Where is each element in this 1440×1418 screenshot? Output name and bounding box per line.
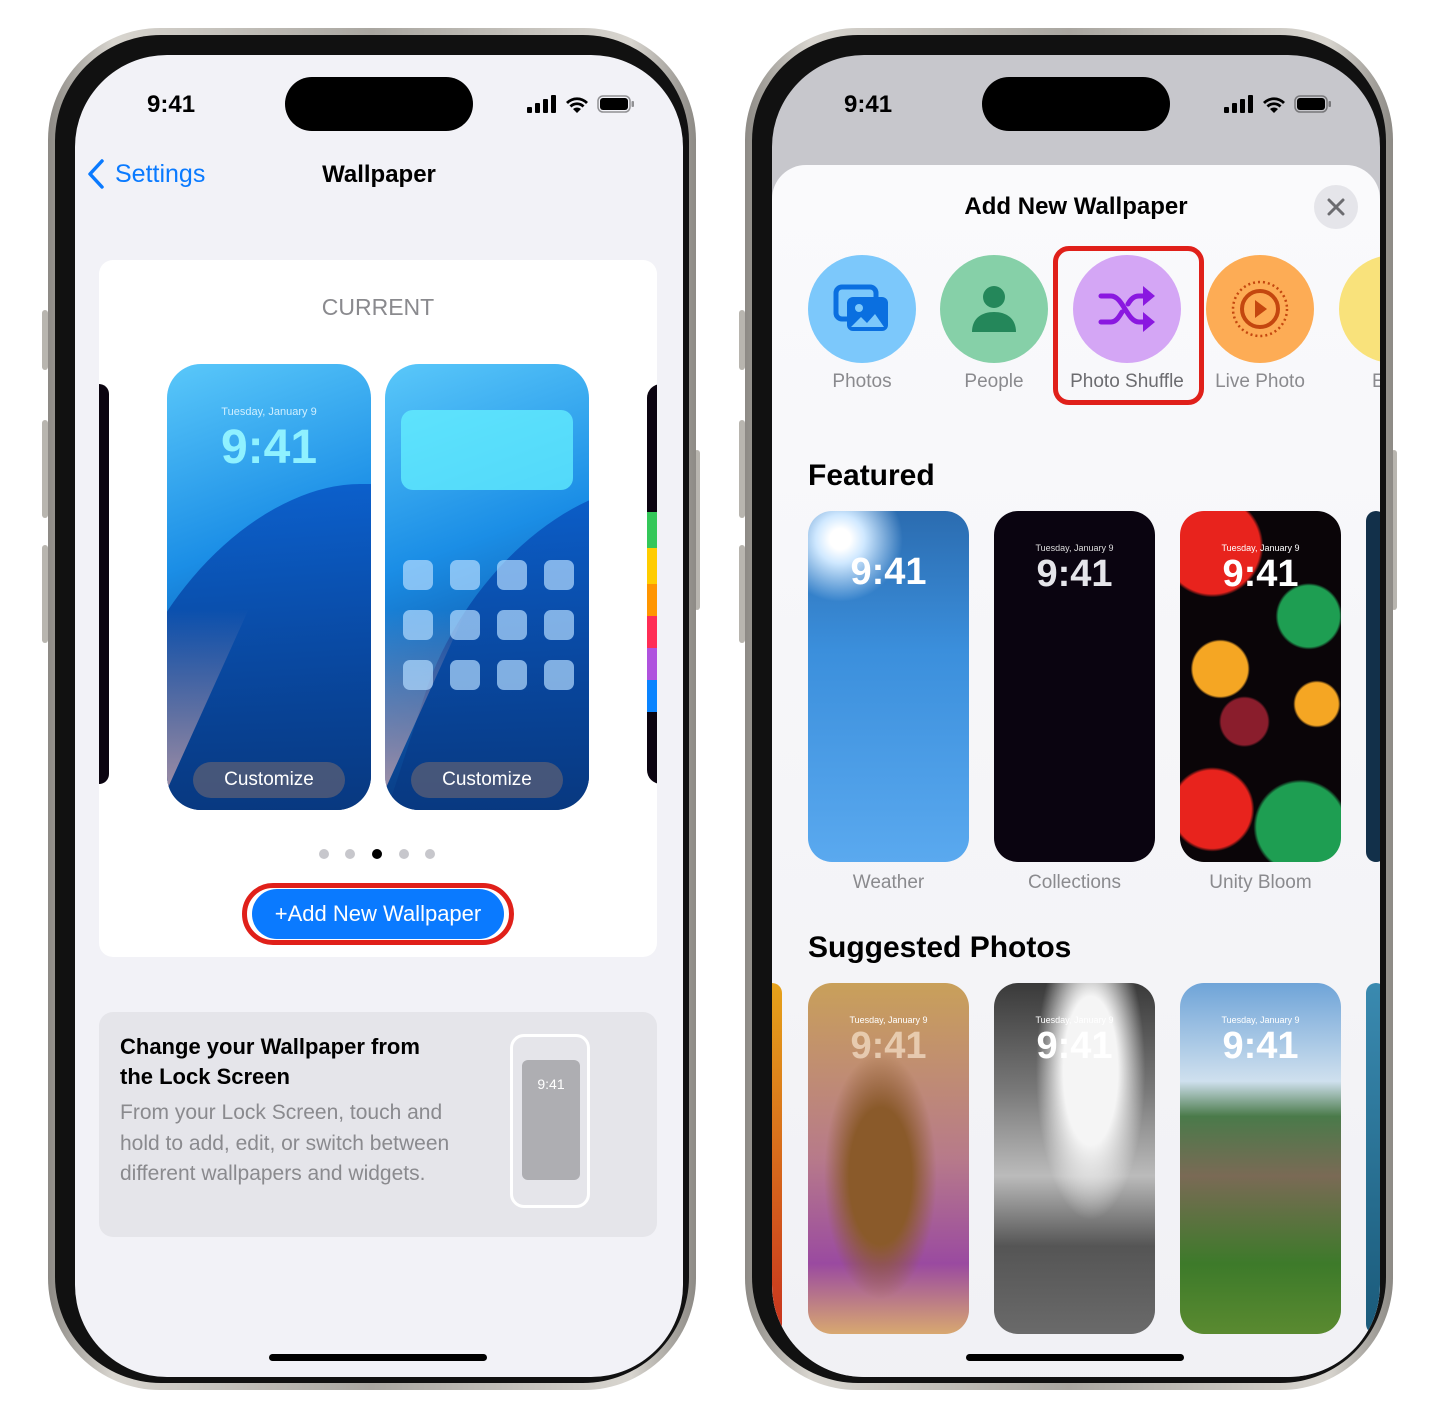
tip-body: From your Lock Screen, touch and hold to…: [120, 1101, 450, 1185]
card-time: 9:41: [850, 551, 927, 593]
sheet-title: Add New Wallpaper: [964, 193, 1188, 220]
add-wallpaper-sheet: Add New Wallpaper Photos People Photo Sh…: [772, 165, 1380, 1377]
preview-date: Tuesday, January 9: [221, 406, 317, 418]
suggested-photo-dog[interactable]: Tuesday, January 9 9:41: [808, 983, 969, 1334]
add-new-wallpaper-button[interactable]: +Add New Wallpaper: [252, 889, 504, 939]
battery-icon: [597, 95, 634, 113]
next-wallpaper-peek[interactable]: [647, 384, 657, 784]
card-date: Tuesday, January 9: [1035, 1015, 1114, 1025]
status-time: 9:41: [844, 91, 893, 118]
card-date: Tuesday, January 9: [849, 1015, 928, 1025]
page-dot[interactable]: [425, 849, 435, 859]
card-time: 9:41: [850, 1025, 927, 1067]
home-indicator: [269, 1354, 487, 1361]
suggested-heading: Suggested Photos: [808, 931, 1072, 964]
featured-heading: Featured: [808, 459, 935, 492]
featured-weather[interactable]: 9:41: [808, 511, 969, 862]
card-date: Tuesday, January 9: [1035, 543, 1114, 553]
featured-collections[interactable]: Tuesday, January 9 9:41: [994, 511, 1155, 862]
card-time: 9:41: [1036, 553, 1113, 595]
card-time: 9:41: [1222, 553, 1299, 595]
category-live-photo[interactable]: [1206, 255, 1314, 363]
category-people[interactable]: [940, 255, 1048, 363]
preview-time: 9:41: [220, 421, 318, 474]
page-title: Wallpaper: [322, 161, 436, 188]
page-dot[interactable]: [345, 849, 355, 859]
status-icons: [1224, 95, 1332, 113]
close-button[interactable]: [1314, 185, 1358, 229]
page-dot[interactable]: [399, 849, 409, 859]
widget-placeholder: [401, 410, 573, 490]
status-icons: [527, 95, 635, 113]
card-label: Collections: [1028, 872, 1121, 893]
featured-unity-bloom[interactable]: Tuesday, January 9 9:41: [1180, 511, 1341, 862]
tip-title: Change your Wallpaper from the Lock Scre…: [120, 1034, 420, 1089]
emoji-icon: [1373, 279, 1380, 339]
page-dot-active[interactable]: [372, 849, 382, 859]
app-icon-grid: [403, 560, 574, 690]
card-label: Weather: [852, 872, 925, 893]
suggested-photo-cliff[interactable]: Tuesday, January 9 9:41: [1180, 983, 1341, 1334]
battery-icon: [1294, 95, 1331, 113]
customize-lock-button[interactable]: Customize: [193, 762, 345, 798]
category-label: Photos: [832, 371, 892, 392]
home-screen-preview[interactable]: Customize: [385, 364, 589, 810]
photos-icon: [833, 284, 888, 331]
person-icon: [972, 286, 1016, 332]
phone-illustration: 9:41: [510, 1034, 590, 1208]
category-photos[interactable]: [808, 255, 916, 363]
dynamic-island: [285, 77, 473, 131]
dynamic-island: [982, 77, 1170, 131]
card-date: Tuesday, January 9: [1221, 543, 1300, 553]
category-emoji[interactable]: [1339, 255, 1380, 363]
wifi-icon: [566, 97, 588, 113]
suggested-prev-peek[interactable]: [772, 983, 782, 1334]
page-dot[interactable]: [319, 849, 329, 859]
card-time: 9:41: [1222, 1025, 1299, 1067]
wifi-icon: [1263, 97, 1285, 113]
card-date: Tuesday, January 9: [1221, 1015, 1300, 1025]
suggested-next-peek[interactable]: [1366, 983, 1380, 1334]
right-phone: 9:41 Add New Wallpaper Photos People Pho…: [745, 28, 1393, 1390]
category-label: E: [1372, 371, 1380, 392]
prev-wallpaper-peek[interactable]: [99, 384, 109, 784]
suggested-photo-clouds[interactable]: Tuesday, January 9 9:41: [994, 983, 1155, 1334]
featured-next-peek[interactable]: [1366, 511, 1380, 862]
home-indicator: [966, 1354, 1184, 1361]
category-label: People: [964, 371, 1024, 392]
customize-home-button[interactable]: Customize: [411, 762, 563, 798]
lock-screen-preview[interactable]: Tuesday, January 9 9:41 Customize: [167, 364, 371, 810]
left-phone: 9:41 Settings Wallpaper CURRENT Tuesday,…: [48, 28, 696, 1390]
lock-screen-tip-card: Change your Wallpaper from the Lock Scre…: [99, 1012, 657, 1237]
card-label: Unity Bloom: [1209, 872, 1312, 893]
current-heading: CURRENT: [321, 294, 435, 320]
live-photo-icon: [1231, 280, 1289, 338]
signal-icon: [1224, 95, 1253, 113]
category-label: Live Photo: [1215, 371, 1305, 392]
highlight-outline: [1053, 246, 1204, 405]
status-time: 9:41: [147, 91, 196, 118]
card-time: 9:41: [1036, 1025, 1113, 1067]
signal-icon: [527, 95, 556, 113]
close-icon: [1327, 198, 1345, 216]
illustration-time: 9:41: [522, 1060, 580, 1180]
